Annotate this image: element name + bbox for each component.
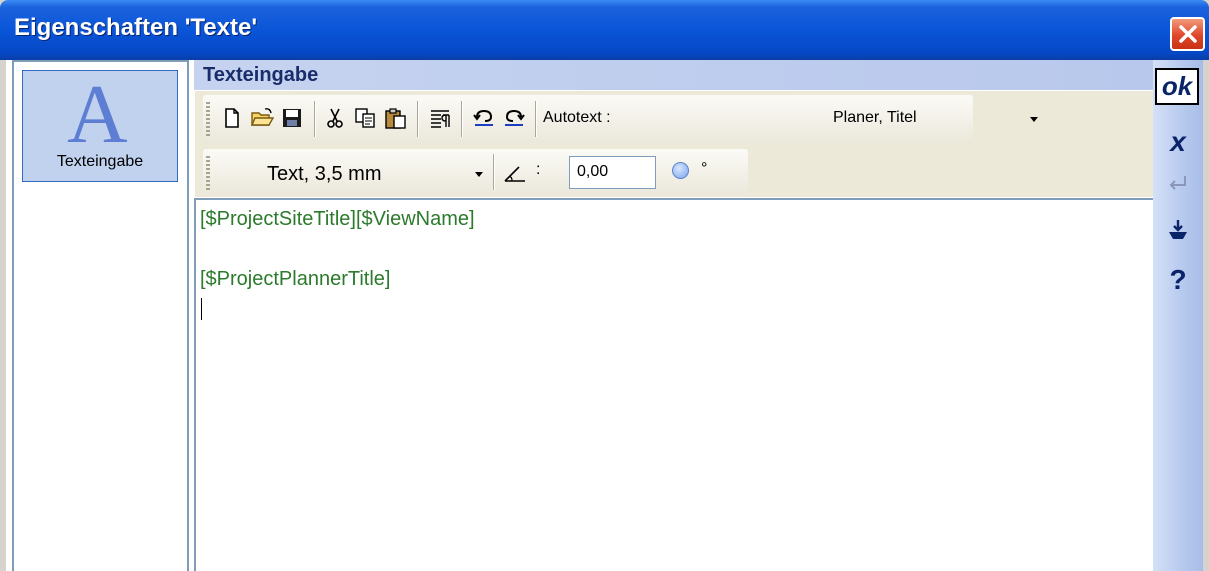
paragraph-button[interactable] <box>425 103 455 133</box>
open-icon <box>250 108 274 126</box>
angle-input[interactable]: 0,00 <box>569 156 656 189</box>
cancel-button[interactable]: x <box>1153 122 1203 162</box>
title-bar[interactable]: Eigenschaften 'Texte' <box>0 0 1209 60</box>
close-button[interactable] <box>1170 17 1205 51</box>
angle-separator: : <box>536 161 541 178</box>
new-icon <box>225 108 239 128</box>
redo-icon <box>505 109 525 126</box>
text-caret <box>201 298 202 320</box>
redo-button[interactable] <box>499 103 529 133</box>
sidebar-item-texteingabe[interactable]: A Texteingabe <box>22 68 178 182</box>
font-dropdown[interactable]: Text, 3,5 mm <box>217 154 487 190</box>
toolbar-separator <box>461 101 462 137</box>
return-arrow-icon <box>1169 176 1186 190</box>
copy-icon <box>355 108 375 128</box>
ok-button[interactable]: ok <box>1155 68 1199 105</box>
close-icon <box>1178 25 1197 43</box>
properties-window: Eigenschaften 'Texte' A Texteingabe Text… <box>0 0 1209 571</box>
paste-button[interactable] <box>380 103 410 133</box>
angle-unit: ° <box>701 160 708 177</box>
toolbar-grip[interactable] <box>206 156 210 192</box>
text-editor[interactable]: [$ProjectSiteTitle][$ViewName] [$Project… <box>194 198 1153 571</box>
toolbar-separator <box>535 101 536 137</box>
new-button[interactable] <box>217 103 247 133</box>
chevron-down-icon <box>1030 117 1038 122</box>
section-header: Texteingabe <box>194 60 1154 90</box>
toolbar-main: Autotext : Planer, Titel <box>195 91 1153 147</box>
toolbar-grip[interactable] <box>206 102 210 138</box>
paste-icon <box>385 108 406 129</box>
toolbar-separator <box>314 101 315 137</box>
font-value: Text, 3,5 mm <box>267 163 382 185</box>
cut-button[interactable] <box>320 103 350 133</box>
autotext-label: Autotext : <box>543 109 611 126</box>
toolbar-format: Text, 3,5 mm : 0,00 ° <box>195 147 1153 197</box>
angle-icon <box>503 161 527 185</box>
right-action-bar: ok x ? <box>1153 60 1203 571</box>
undo-button[interactable] <box>469 103 499 133</box>
client-area: A Texteingabe Texteingabe Autotext: Pla… <box>6 60 1203 571</box>
toolbar-separator <box>493 154 494 190</box>
sidebar-item-label: Texteingabe <box>56 153 144 170</box>
autotext-value: Planer, Titel <box>833 109 917 126</box>
open-button[interactable] <box>247 103 277 133</box>
apply-button[interactable] <box>1153 215 1203 245</box>
chevron-down-icon <box>475 172 483 177</box>
save-icon <box>283 109 301 127</box>
window-title: Eigenschaften 'Texte' <box>14 14 258 41</box>
cut-icon <box>327 108 343 128</box>
toolbar-separator <box>417 101 418 137</box>
section-title: Texteingabe <box>203 64 319 86</box>
undo-icon <box>473 109 493 126</box>
letter-a-icon: A <box>67 68 128 161</box>
left-panel: A Texteingabe <box>12 60 189 571</box>
paragraph-icon <box>431 110 450 128</box>
editor-line: [$ProjectSiteTitle][$ViewName] <box>200 208 475 230</box>
toolbar-strip: Autotext : Planer, Titel <box>203 95 1038 143</box>
copy-button[interactable] <box>350 103 380 133</box>
autotext-dropdown[interactable]: Planer, Titel <box>633 101 1038 137</box>
save-button[interactable] <box>277 103 307 133</box>
enter-button[interactable] <box>1153 168 1203 198</box>
angle-spinner[interactable] <box>672 162 689 179</box>
editor-line: [$ProjectPlannerTitle] <box>200 268 391 290</box>
help-button[interactable]: ? <box>1153 260 1203 300</box>
toolbar-strip: Text, 3,5 mm : 0,00 ° <box>203 149 748 195</box>
apply-icon <box>1169 220 1187 239</box>
